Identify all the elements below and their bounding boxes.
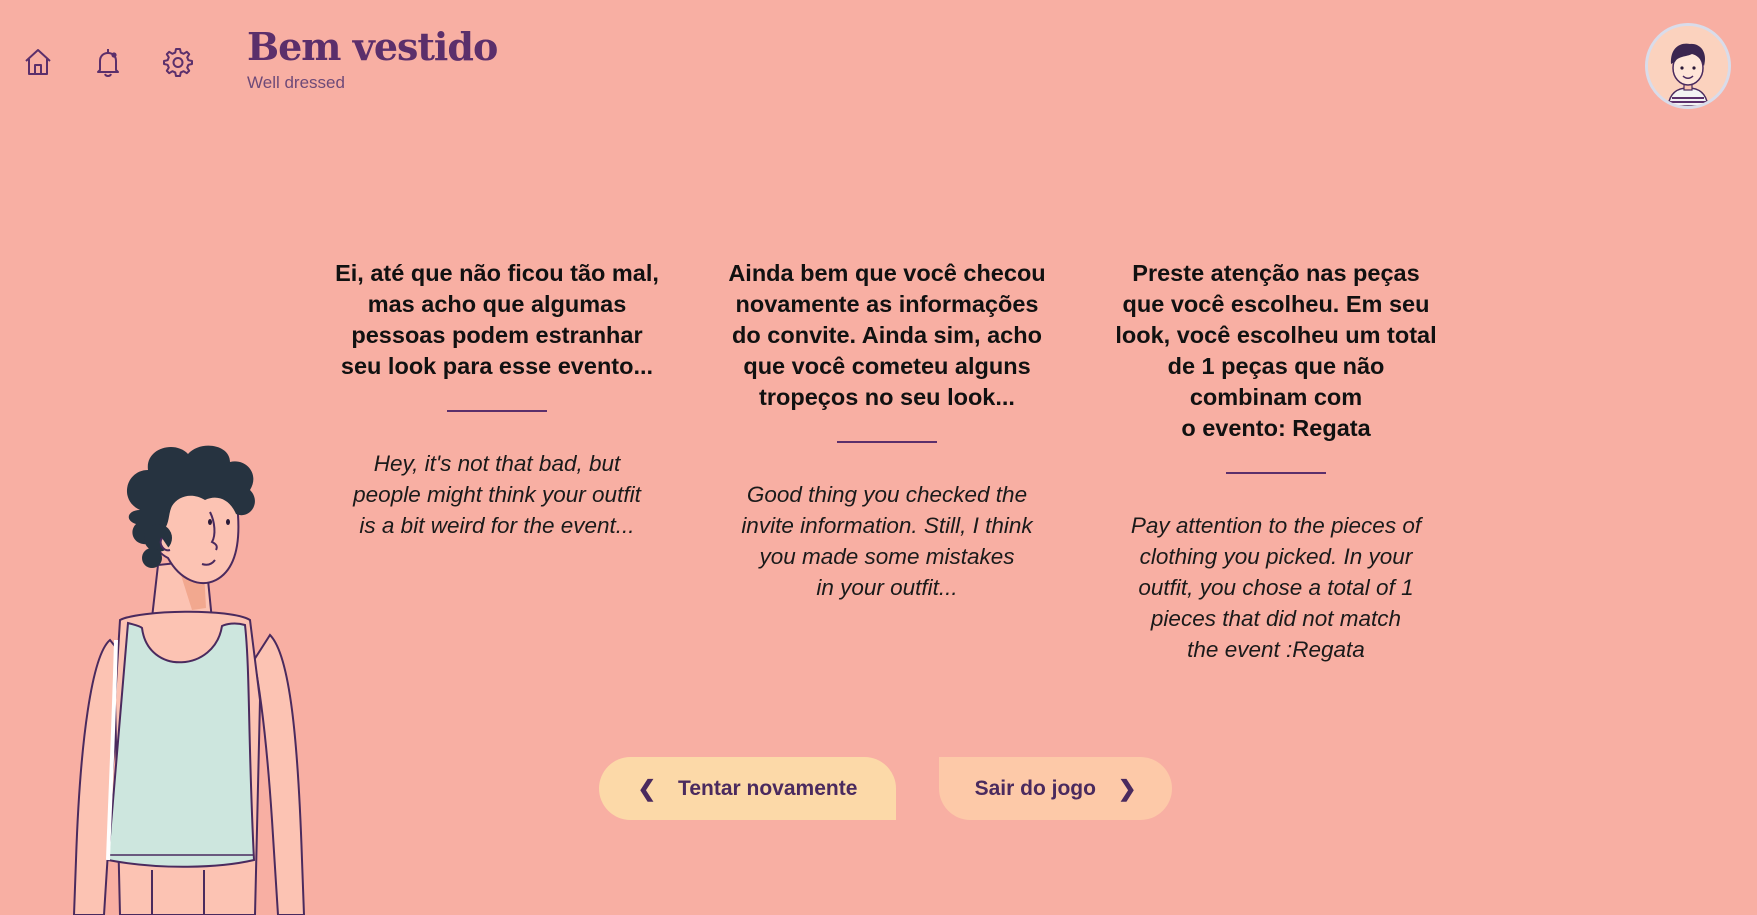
divider	[447, 410, 547, 412]
text-line: Ei, até que não ficou tão mal,	[335, 260, 659, 286]
notifications-button[interactable]	[92, 46, 124, 78]
home-icon	[25, 49, 51, 75]
text-line: o evento: Regata	[1181, 415, 1371, 441]
exit-game-button[interactable]: Sair do jogo ❯	[939, 757, 1172, 820]
feedback-message-pt: Ainda bem que você checou novamente as i…	[717, 258, 1057, 413]
feedback-column-3: Preste atenção nas peças que você escolh…	[1106, 258, 1446, 665]
top-nav	[22, 46, 194, 78]
text-line: mas acho que algumas	[367, 291, 627, 317]
divider	[1226, 472, 1326, 474]
text-line: que você cometeu alguns	[743, 353, 1031, 379]
text-line: de 1 peças que não	[1167, 353, 1385, 379]
feedback-message-en: Hey, it's not that bad, but people might…	[327, 448, 667, 541]
text-line: pieces that did not match	[1150, 606, 1402, 631]
text-line: is a bit weird for the event...	[359, 513, 635, 538]
chevron-right-icon: ❯	[1117, 775, 1137, 801]
text-line: Preste atenção nas peças	[1132, 260, 1420, 286]
divider	[837, 441, 937, 443]
text-line: que você escolheu. Em seu	[1122, 291, 1430, 317]
home-button[interactable]	[22, 46, 54, 78]
text-line: novamente as informações	[735, 291, 1039, 317]
chevron-left-icon: ❮	[637, 775, 657, 801]
text-line: do convite. Ainda sim, acho	[732, 322, 1042, 348]
feedback-message-pt: Preste atenção nas peças que você escolh…	[1106, 258, 1446, 444]
retry-button-label: Tentar novamente	[678, 776, 858, 800]
text-line: Ainda bem que você checou	[728, 260, 1046, 286]
character-illustration	[72, 445, 306, 915]
text-line: invite information. Still, I think	[741, 513, 1033, 538]
settings-button[interactable]	[162, 46, 194, 78]
text-line: combinam com	[1189, 384, 1363, 410]
feedback-column-2: Ainda bem que você checou novamente as i…	[717, 258, 1057, 603]
text-line: outfit, you chose a total of 1	[1138, 575, 1414, 600]
text-line: people might think your outfit	[353, 482, 641, 507]
text-line: you made some mistakes	[759, 544, 1015, 569]
text-line: tropeços no seu look...	[759, 384, 1015, 410]
bell-icon	[97, 49, 119, 77]
feedback-message-pt: Ei, até que não ficou tão mal, mas acho …	[327, 258, 667, 382]
text-line: clothing you picked. In your	[1139, 544, 1413, 569]
user-avatar[interactable]	[1645, 23, 1731, 109]
text-line: pessoas podem estranhar	[351, 322, 643, 348]
feedback-message-en: Pay attention to the pieces of clothing …	[1106, 510, 1446, 665]
text-line: in your outfit...	[816, 575, 958, 600]
text-line: the event :Regata	[1187, 637, 1365, 662]
gear-icon	[163, 48, 193, 77]
page-subtitle: Well dressed	[247, 73, 345, 92]
title-block: Bem vestido Well dressed	[247, 22, 498, 93]
page-title: Bem vestido	[247, 24, 498, 69]
text-line: look, você escolheu um total	[1115, 322, 1437, 348]
feedback-message-en: Good thing you checked the invite inform…	[717, 479, 1057, 603]
text-line: Hey, it's not that bad, but	[373, 451, 621, 476]
avatar-illustration	[1648, 26, 1728, 106]
exit-button-label: Sair do jogo	[974, 776, 1096, 800]
text-line: Good thing you checked the	[746, 482, 1028, 507]
retry-button[interactable]: ❮ Tentar novamente	[599, 757, 896, 820]
text-line: Pay attention to the pieces of	[1130, 513, 1422, 538]
text-line: seu look para esse evento...	[340, 353, 654, 379]
feedback-column-1: Ei, até que não ficou tão mal, mas acho …	[327, 258, 667, 541]
